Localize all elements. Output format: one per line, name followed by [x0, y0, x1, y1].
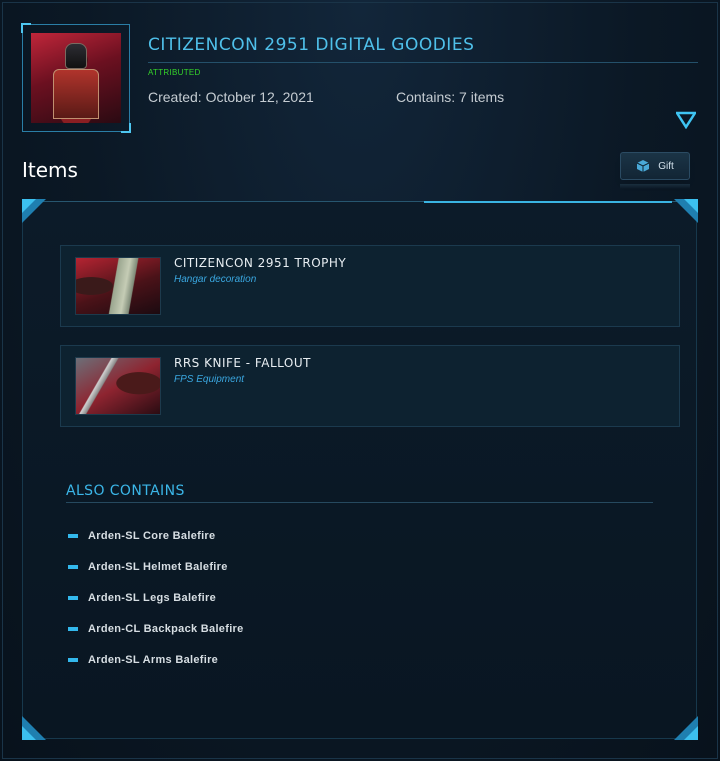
collapse-toggle-button[interactable] [676, 111, 696, 129]
list-item-label: Arden-SL Core Balefire [88, 530, 216, 542]
item-thumbnail [75, 257, 161, 315]
list-item: Arden-SL Helmet Balefire [68, 560, 228, 574]
armor-helmet-art [65, 43, 87, 69]
armor-body-art [53, 69, 99, 119]
bullet-icon [68, 627, 78, 631]
item-card-trophy[interactable]: CITIZENCON 2951 TROPHY Hangar decoration [60, 245, 680, 327]
list-item-label: Arden-SL Arms Balefire [88, 654, 219, 666]
status-badge: ATTRIBUTED [148, 68, 201, 77]
list-item: Arden-SL Legs Balefire [68, 591, 216, 605]
item-card-knife[interactable]: RRS KNIFE - FALLOUT FPS Equipment [60, 345, 680, 427]
corner-top-left-icon [22, 199, 46, 223]
item-type: FPS Equipment [174, 374, 245, 385]
panel-top-accent [424, 201, 672, 203]
items-heading: Items [22, 158, 78, 182]
bullet-icon [68, 565, 78, 569]
pledge-thumbnail-image [31, 33, 121, 123]
list-item: Arden-SL Core Balefire [68, 529, 215, 543]
gift-button-label: Gift [658, 160, 674, 172]
bullet-icon [68, 534, 78, 538]
gift-cube-icon [636, 160, 650, 172]
corner-bottom-right-icon [674, 716, 698, 740]
triangle-down-icon [676, 111, 696, 129]
gift-button[interactable]: Gift [620, 152, 690, 180]
item-name: CITIZENCON 2951 TROPHY [174, 256, 347, 270]
list-item-label: Arden-SL Helmet Balefire [88, 561, 228, 573]
item-thumbnail [75, 357, 161, 415]
bullet-icon [68, 658, 78, 662]
created-date: Created: October 12, 2021 [148, 89, 314, 105]
pledge-title: CITIZENCON 2951 DIGITAL GOODIES [148, 35, 475, 55]
also-contains-heading: ALSO CONTAINS [66, 483, 185, 499]
gift-button-shadow [620, 184, 690, 189]
list-item-label: Arden-SL Legs Balefire [88, 592, 217, 604]
bullet-icon [68, 596, 78, 600]
corner-top-right-icon [674, 199, 698, 223]
title-divider [148, 62, 698, 63]
item-type: Hangar decoration [174, 274, 257, 285]
item-name: RRS KNIFE - FALLOUT [174, 356, 311, 370]
pledge-thumbnail-frame[interactable] [21, 23, 131, 133]
list-item: Arden-CL Backpack Balefire [68, 622, 244, 636]
corner-bottom-left-icon [22, 716, 46, 740]
list-item: Arden-SL Arms Balefire [68, 653, 218, 667]
also-contains-divider [66, 502, 653, 503]
list-item-label: Arden-CL Backpack Balefire [88, 623, 244, 635]
contains-count: Contains: 7 items [396, 89, 505, 105]
